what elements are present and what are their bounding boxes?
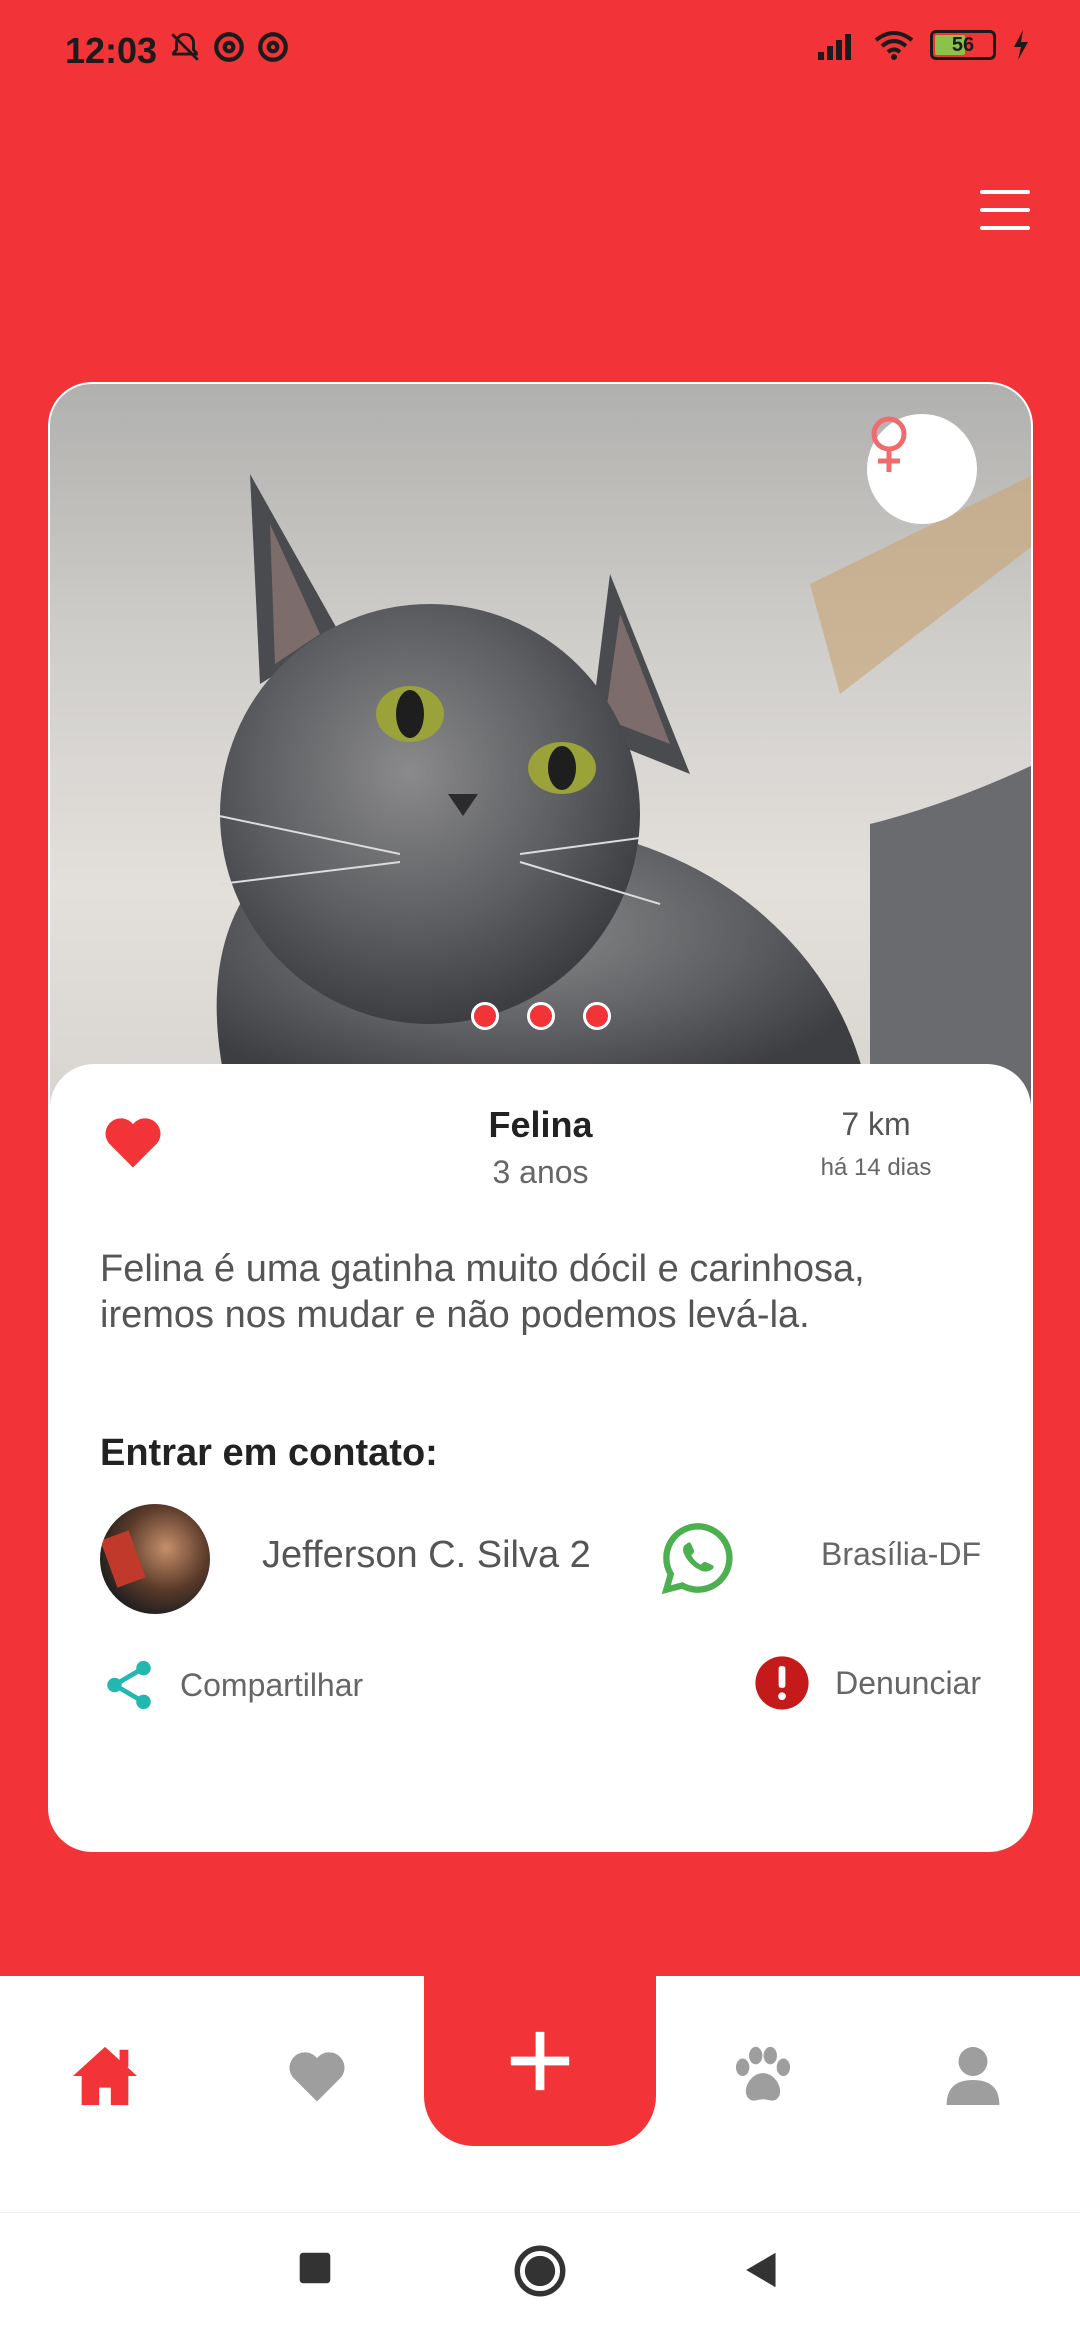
status-bar: 12:03 56 [0,0,1080,100]
battery-icon: 56 [930,30,996,60]
paw-icon[interactable] [713,2026,813,2126]
pet-photo[interactable] [50,384,1031,1104]
pagination-dot[interactable] [470,1002,499,1030]
at-sign-icon [258,32,288,62]
plus-icon [510,2031,570,2091]
owner-name[interactable]: Jefferson C. Silva 2 [262,1534,591,1577]
report-label: Denunciar [835,1664,981,1701]
owner-city: Brasília-DF [820,1536,981,1572]
battery-level: 56 [951,33,975,56]
status-time: 12:03 [65,30,158,71]
home-icon[interactable] [55,2026,155,2126]
at-sign-icon [214,32,244,62]
report-button[interactable]: Denunciar [753,1654,981,1712]
photo-pagination [50,1002,1031,1030]
posted-time: há 14 dias [820,1154,932,1181]
alert-icon [755,1656,809,1710]
pet-card: Felina 3 anos 7 km há 14 dias Felina é u… [48,382,1033,1852]
pet-distance: 7 km [841,1106,911,1142]
share-label: Compartilhar [180,1666,364,1703]
charging-icon [1014,30,1028,60]
user-icon[interactable] [923,2026,1023,2126]
share-icon [107,1660,151,1710]
signal-icon [818,34,851,60]
bottom-navigation [0,1976,1080,2212]
female-icon [867,414,977,524]
pet-description: Felina é uma gatinha muito dócil e carin… [100,1248,865,1336]
back-icon[interactable] [742,2251,778,2294]
add-pet-button[interactable] [424,1976,656,2146]
recents-icon[interactable] [298,2251,332,2290]
pet-info-panel: Felina 3 anos 7 km há 14 dias Felina é u… [50,1064,1031,1850]
muted-bell-icon [171,32,199,61]
whatsapp-icon[interactable] [660,1520,736,1601]
avatar[interactable] [100,1504,210,1614]
notification-icons [168,30,290,64]
pagination-dot[interactable] [582,1002,611,1030]
pagination-dot[interactable] [526,1002,555,1030]
system-navigation-bar [0,2212,1080,2340]
wifi-icon [874,31,914,60]
hamburger-menu-icon[interactable] [980,190,1030,230]
share-button[interactable]: Compartilhar [100,1656,363,1714]
favorites-icon[interactable] [267,2026,367,2126]
contact-title: Entrar em contato: [100,1432,438,1474]
system-icons: 56 [818,30,1030,60]
home-button-icon[interactable] [514,2245,566,2302]
